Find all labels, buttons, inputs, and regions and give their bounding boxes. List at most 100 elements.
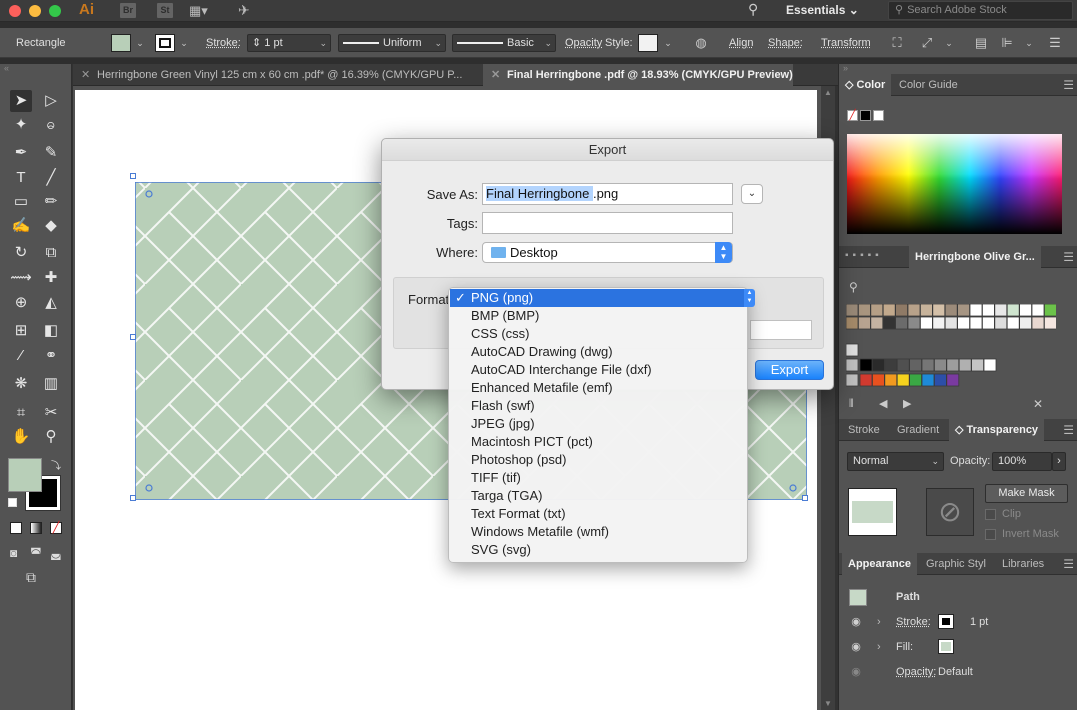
align-options-icon[interactable]: ⊫ — [998, 34, 1016, 52]
tags-input[interactable] — [482, 212, 733, 234]
export-button[interactable]: Export — [755, 360, 824, 380]
zoom-window-icon[interactable] — [49, 5, 61, 17]
gradient-mode-icon[interactable] — [30, 522, 42, 534]
collapse-icon[interactable]: ◇ — [845, 79, 857, 91]
tab-herringbone-green-vinyl[interactable]: ✕ Herringbone Green Vinyl 125 cm x 60 cm… — [73, 64, 481, 86]
draw-inside-icon[interactable]: ◛ — [50, 546, 62, 560]
format-option[interactable]: Photoshop (psd) — [450, 451, 746, 469]
line-segment-tool-icon[interactable]: ╱ — [40, 167, 62, 189]
selection-handle[interactable] — [130, 173, 136, 179]
use-artboards-field[interactable] — [750, 320, 812, 340]
stroke-dropdown-icon[interactable]: ⌄ — [175, 34, 193, 52]
rectangle-tool-icon[interactable]: ▭ — [10, 191, 32, 213]
stroke-label[interactable]: Stroke: — [206, 37, 241, 49]
screen-mode-icon[interactable]: ⧉ — [26, 569, 36, 586]
selection-handle[interactable] — [802, 495, 808, 501]
opacity-slider-icon[interactable]: › — [1052, 452, 1066, 471]
selection-handle[interactable] — [130, 334, 136, 340]
puppet-warp-tool-icon[interactable]: ✚ — [40, 267, 62, 289]
minimize-window-icon[interactable] — [29, 5, 41, 17]
save-as-input[interactable]: Final Herringbone .png — [482, 183, 733, 205]
stroke-row-label[interactable]: Stroke: — [896, 616, 931, 628]
blend-mode-dropdown[interactable]: Normal ⌄ — [847, 452, 944, 471]
column-graph-tool-icon[interactable]: ▥ — [40, 373, 62, 395]
scale-tool-icon[interactable]: ⧉ — [40, 242, 62, 264]
direct-selection-tool-icon[interactable]: ▷ — [40, 90, 62, 112]
shape-builder-tool-icon[interactable]: ⊕ — [10, 292, 32, 314]
invert-mask-checkbox[interactable] — [985, 529, 996, 540]
panel-menu-icon[interactable]: ☰ — [1046, 34, 1064, 52]
tab-libraries[interactable]: Libraries — [996, 553, 1050, 575]
format-option[interactable]: Macintosh PICT (pct) — [450, 433, 746, 451]
format-option[interactable]: ✓ PNG (png) — [450, 289, 746, 307]
width-tool-icon[interactable]: ⟿ — [10, 267, 32, 289]
tab-appearance[interactable]: Appearance — [842, 553, 917, 575]
shaper-tool-icon[interactable]: ✍ — [10, 215, 32, 237]
format-option[interactable]: CSS (css) — [450, 325, 746, 343]
panel-menu-icon[interactable]: ☰ — [1063, 250, 1074, 264]
workspace-switcher[interactable]: Essentials ⌄ — [786, 3, 859, 17]
isolate-dropdown-icon[interactable]: ⌄ — [940, 34, 958, 52]
tab-color[interactable]: ◇ Color — [839, 74, 892, 96]
shape-link[interactable]: Shape: — [768, 37, 803, 49]
tab-gradient[interactable]: Gradient — [891, 419, 945, 441]
expand-fill-icon[interactable]: › — [877, 641, 881, 653]
hand-tool-icon[interactable]: ✋ — [10, 426, 32, 448]
swap-colors-icon[interactable]: ⤵ — [51, 457, 61, 472]
align-dropdown-icon[interactable]: ⌄ — [1020, 34, 1038, 52]
curvature-tool-icon[interactable]: ✎ — [40, 142, 62, 164]
selection-handle[interactable] — [130, 495, 136, 501]
scroll-down-icon[interactable]: ▼ — [824, 699, 832, 708]
format-option[interactable]: Windows Metafile (wmf) — [450, 523, 746, 541]
fill-row-label[interactable]: Fill: — [896, 641, 913, 653]
opacity-label[interactable]: Opacity — [565, 37, 602, 49]
color-spectrum[interactable] — [847, 134, 1062, 234]
collapse-dock-icon[interactable]: » — [843, 63, 848, 73]
recolor-artwork-icon[interactable]: ◍ — [692, 34, 710, 52]
none-color-icon[interactable]: ╱ — [847, 110, 858, 121]
scroll-up-icon[interactable]: ▲ — [824, 88, 832, 97]
eraser-tool-icon[interactable]: ◆ — [40, 215, 62, 237]
visibility-eye-icon[interactable]: ◉ — [849, 615, 863, 629]
opacity-field[interactable]: 100% — [992, 452, 1052, 471]
fill-row-swatch[interactable] — [938, 639, 954, 654]
variable-width-profile-dropdown[interactable]: Uniform ⌄ — [338, 34, 446, 52]
default-colors-icon[interactable] — [8, 498, 17, 507]
draw-normal-icon[interactable]: ◙ — [10, 546, 17, 560]
format-option[interactable]: TIFF (tif) — [450, 469, 746, 487]
format-option[interactable]: AutoCAD Drawing (dwg) — [450, 343, 746, 361]
tab-swatch-library[interactable]: Herringbone Olive Gr... — [909, 246, 1041, 268]
panel-menu-icon[interactable]: ☰ — [1063, 557, 1074, 571]
opacity-row-label[interactable]: Opacity: — [896, 666, 936, 678]
isolate-icon[interactable]: ⤢ — [918, 34, 936, 52]
visibility-eye-icon[interactable]: ◉ — [849, 640, 863, 654]
stroke-weight-stepper-icon[interactable]: ⇕ — [252, 37, 264, 49]
gradient-tool-icon[interactable]: ◧ — [40, 320, 62, 342]
format-stepper-icon[interactable]: ▲ ▼ — [744, 289, 755, 307]
none-mode-icon[interactable]: ╱ — [50, 522, 62, 534]
transform-each-icon[interactable]: ⛶ — [888, 34, 906, 52]
perspective-grid-tool-icon[interactable]: ◭ — [40, 292, 62, 314]
gpu-performance-icon[interactable]: ✈ — [238, 2, 250, 19]
artboard-tool-icon[interactable]: ⌗ — [10, 402, 32, 424]
collapse-panel-icon[interactable]: « — [4, 63, 9, 73]
fill-dropdown-icon[interactable]: ⌄ — [131, 34, 149, 52]
stock-icon[interactable]: St — [157, 3, 173, 18]
format-option[interactable]: SVG (svg) — [450, 541, 746, 559]
slice-tool-icon[interactable]: ✂ — [40, 402, 62, 424]
format-option[interactable]: Text Format (txt) — [450, 505, 746, 523]
tab-transparency[interactable]: ◇ Transparency — [949, 419, 1045, 441]
tab-graphic-styles[interactable]: Graphic Styl — [920, 553, 992, 575]
tools-icon[interactable]: ✕ — [1033, 397, 1043, 411]
draw-behind-icon[interactable]: ◚ — [30, 546, 42, 560]
paintbrush-tool-icon[interactable]: ✏ — [40, 191, 62, 213]
expand-stroke-icon[interactable]: › — [877, 616, 881, 628]
previous-library-icon[interactable]: ◀ — [879, 397, 887, 410]
distribute-icon[interactable]: ▤ — [972, 34, 990, 52]
close-window-icon[interactable] — [9, 5, 21, 17]
color-mode-icon[interactable] — [10, 522, 22, 534]
panel-menu-icon[interactable]: ☰ — [1063, 423, 1074, 437]
stroke-weight-field[interactable]: ⇕ 1 pt ⌄ — [247, 34, 331, 52]
format-option[interactable]: BMP (BMP) — [450, 307, 746, 325]
white-color-icon[interactable] — [873, 110, 884, 121]
